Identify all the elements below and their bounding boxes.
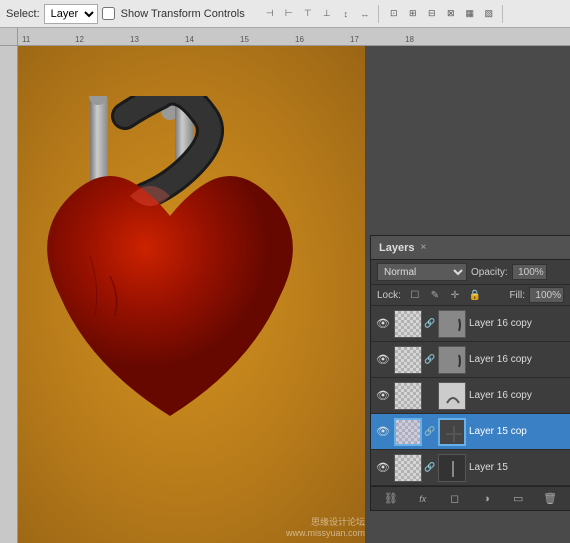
align-top-icon[interactable]: ⊥ [318,5,336,23]
layer-name: Layer 16 copy [469,390,566,401]
layer-select[interactable]: Layer [44,4,98,24]
layer-row-active[interactable]: 👁 🔗 Layer 15 cop [371,414,570,450]
layer-name: Layer 16 copy [469,318,566,329]
distribute-icons: ⊡ ⊞ ⊟ ⊠ ▦ ▧ [381,5,503,23]
transform-label: Show Transform Controls [121,8,245,20]
panel-footer: ⛓ fx ◻ ◑ ▭ 🗑 [371,486,570,510]
align-right-icon[interactable]: ⊤ [299,5,317,23]
align-bottom-icon[interactable]: ↔ [356,5,374,23]
adjustment-icon[interactable]: ◑ [476,489,496,509]
layer-row[interactable]: 👁 🔗 Layer 15 [371,450,570,486]
panel-close-button[interactable]: × [420,242,426,253]
heart-image [30,96,310,476]
layer-row[interactable]: 👁 🔗 Layer 16 copy [371,378,570,414]
layer-name: Layer 15 [469,462,566,473]
align-icons: ⊣ ⊢ ⊤ ⊥ ↕ ↔ [257,5,379,23]
dist-left-icon[interactable]: ⊡ [385,5,403,23]
visibility-icon[interactable]: 👁 [375,352,391,368]
lock-all-icon[interactable]: 🔒 [467,287,483,303]
lock-pixels-icon[interactable]: ✎ [427,287,443,303]
layer-row[interactable]: 👁 🔗 Layer 16 copy [371,306,570,342]
dist-center-icon[interactable]: ⊞ [404,5,422,23]
ruler-vertical [0,46,18,543]
layer-link-icon[interactable]: 🔗 [425,424,435,440]
visibility-icon[interactable]: 👁 [375,424,391,440]
toolbar-icons: ⊣ ⊢ ⊤ ⊥ ↕ ↔ ⊡ ⊞ ⊟ ⊠ ▦ ▧ [257,5,503,23]
ruler-horizontal: 11 12 13 14 15 16 17 18 [18,28,570,46]
layer-mask-thumbnail [438,418,466,446]
layer-link-icon[interactable]: 🔗 [425,352,435,368]
layer-mask-thumbnail [438,310,466,338]
new-group-icon[interactable]: ▭ [508,489,528,509]
opacity-label: Opacity: [471,267,508,278]
layer-thumbnail [394,454,422,482]
lock-move-icon[interactable]: ✛ [447,287,463,303]
link-layers-icon[interactable]: ⛓ [381,489,401,509]
layer-thumbnail [394,382,422,410]
align-center-icon[interactable]: ⊢ [280,5,298,23]
layer-thumbnail [394,310,422,338]
toolbar: Select: Layer Show Transform Controls ⊣ … [0,0,570,28]
dist-top-icon[interactable]: ⊠ [442,5,460,23]
visibility-icon[interactable]: 👁 [375,316,391,332]
visibility-icon[interactable]: 👁 [375,460,391,476]
lock-label: Lock: [377,290,401,301]
watermark-line2: www.missyuan.com [286,528,365,538]
panel-title: Layers [379,242,414,254]
layer-thumbnail [394,418,422,446]
layer-mask-thumbnail [438,346,466,374]
layer-link-icon[interactable]: 🔗 [425,460,435,476]
align-middle-icon[interactable]: ↕ [337,5,355,23]
watermark-line1: 思缘设计论坛 [286,515,365,528]
canvas-area [0,46,365,543]
fill-input[interactable] [529,287,564,303]
layer-row[interactable]: 👁 🔗 Layer 16 copy [371,342,570,378]
watermark: 思缘设计论坛 www.missyuan.com [286,515,365,538]
ruler-corner [0,28,18,46]
layer-thumbnail [394,346,422,374]
layer-link-icon[interactable]: 🔗 [425,316,435,332]
visibility-icon[interactable]: 👁 [375,388,391,404]
opacity-input[interactable] [512,264,547,280]
align-left-icon[interactable]: ⊣ [261,5,279,23]
transform-checkbox[interactable] [102,7,115,20]
layer-name: Layer 15 cop [469,426,566,437]
dist-right-icon[interactable]: ⊟ [423,5,441,23]
dist-bottom-icon[interactable]: ▧ [480,5,498,23]
dist-middle-icon[interactable]: ▦ [461,5,479,23]
layer-mask-thumbnail [438,454,466,482]
panel-header: Layers × [371,236,570,260]
lock-transparent-icon[interactable]: ☐ [407,287,423,303]
fill-label: Fill: [509,290,525,301]
blend-mode-select[interactable]: Normal [377,263,467,281]
layer-mask-thumbnail [438,382,466,410]
add-mask-icon[interactable]: ◻ [445,489,465,509]
layers-panel: Layers × Normal Opacity: Lock: ☐ ✎ ✛ 🔒 F… [370,235,570,511]
lock-fill-row: Lock: ☐ ✎ ✛ 🔒 Fill: [371,285,570,306]
delete-layer-icon[interactable]: 🗑 [540,489,560,509]
select-label: Select: [6,8,40,20]
fx-icon[interactable]: fx [413,489,433,509]
blend-opacity-row: Normal Opacity: [371,260,570,285]
layer-name: Layer 16 copy [469,354,566,365]
